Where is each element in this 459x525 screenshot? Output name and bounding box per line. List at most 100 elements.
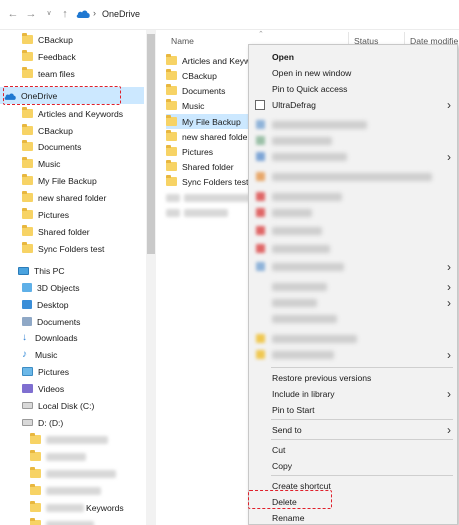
- file-row[interactable]: Sync Folders test: [166, 174, 256, 189]
- nav-item-local-disk-c[interactable]: Local Disk (C:): [0, 397, 144, 414]
- nav-item-music-pc[interactable]: ♪ Music: [0, 346, 144, 363]
- menu-item-redacted[interactable]: [249, 311, 457, 327]
- menu-item-redacted[interactable]: [249, 169, 457, 185]
- nav-item-videos[interactable]: Videos: [0, 380, 144, 397]
- file-row-label: Shared folder: [182, 161, 234, 172]
- videos-icon: [22, 384, 33, 393]
- file-row[interactable]: Documents: [166, 83, 256, 98]
- folder-icon: [22, 140, 33, 151]
- menu-item-restore-previous-versions[interactable]: Restore previous versions: [249, 370, 457, 386]
- nav-item-pictures-onedrive[interactable]: Pictures: [0, 206, 144, 223]
- file-row-blurred[interactable]: [166, 190, 256, 205]
- menu-item-redacted[interactable]: ›: [249, 149, 457, 165]
- menu-item-redacted[interactable]: ›: [249, 259, 457, 275]
- menu-item-open[interactable]: Open: [249, 49, 457, 65]
- folder-icon: [30, 501, 41, 512]
- nav-item-articles-keywords[interactable]: Articles and Keywords: [0, 105, 144, 122]
- nav-scrollbar[interactable]: [146, 30, 156, 525]
- nav-item-documents-pc[interactable]: Documents: [0, 313, 144, 330]
- nav-item-blurred-folder[interactable]: [0, 431, 144, 448]
- nav-item-shared-folder[interactable]: Shared folder: [0, 223, 144, 240]
- nav-scrollbar-thumb[interactable]: [147, 34, 155, 254]
- redacted-icon: [256, 350, 265, 359]
- breadcrumb-onedrive[interactable]: OneDrive: [102, 9, 140, 19]
- nav-item-pictures-pc[interactable]: Pictures: [0, 363, 144, 380]
- nav-item-new-shared-folder[interactable]: new shared folder: [0, 189, 144, 206]
- folder-icon: [166, 130, 177, 141]
- file-row-blurred[interactable]: [166, 205, 256, 220]
- menu-item-redacted[interactable]: ›: [249, 347, 457, 363]
- menu-item-redacted[interactable]: ›: [249, 295, 457, 311]
- menu-item-copy[interactable]: Copy: [249, 458, 457, 474]
- folder-icon: [22, 191, 33, 202]
- nav-item-downloads[interactable]: ↓ Downloads: [0, 329, 144, 346]
- nav-item-my-file-backup[interactable]: My File Backup: [0, 172, 144, 189]
- redacted-label: [272, 137, 332, 145]
- redacted-label: [272, 121, 367, 129]
- file-row[interactable]: CBackup: [166, 68, 256, 83]
- nav-item-label: new shared folder: [38, 192, 107, 203]
- redacted-icon: [256, 136, 265, 145]
- redacted-icon: [256, 192, 265, 201]
- menu-item-redacted[interactable]: [249, 331, 457, 347]
- nav-item-cbackup[interactable]: CBackup: [0, 31, 144, 48]
- context-menu: Open Open in new window Pin to Quick acc…: [248, 44, 458, 525]
- menu-item-redacted[interactable]: [249, 223, 457, 239]
- chevron-right-icon: ›: [447, 348, 451, 362]
- nav-item-team-files[interactable]: team files: [0, 65, 144, 82]
- menu-item-rename[interactable]: Rename: [249, 510, 457, 524]
- column-header-name[interactable]: Name: [171, 36, 194, 46]
- nav-item-drive-d[interactable]: D: (D:): [0, 414, 144, 431]
- nav-item-keywords[interactable]: Keywords: [0, 499, 144, 516]
- nav-item-label: Articles and Keywords: [38, 108, 124, 119]
- arrow-up-icon[interactable]: ↑: [58, 7, 72, 21]
- nav-item-blurred-folder[interactable]: [0, 465, 144, 482]
- menu-item-ultradefrag[interactable]: UltraDefrag ›: [249, 97, 457, 113]
- arrow-left-icon[interactable]: ←: [6, 7, 20, 21]
- menu-item-redacted[interactable]: [249, 133, 457, 149]
- nav-item-blurred-folder[interactable]: [0, 482, 144, 499]
- nav-item-this-pc[interactable]: This PC: [0, 262, 144, 279]
- file-row[interactable]: Music: [166, 98, 256, 113]
- chevron-right-icon: ›: [447, 296, 451, 310]
- pictures-icon: [22, 367, 33, 376]
- chevron-right-icon: ›: [447, 98, 451, 112]
- nav-item-documents-onedrive[interactable]: Documents: [0, 138, 144, 155]
- chevron-down-icon[interactable]: ∨: [42, 7, 56, 21]
- menu-item-redacted[interactable]: [249, 117, 457, 133]
- sort-caret-icon: ⌃: [258, 31, 264, 38]
- file-row-label: Pictures: [182, 146, 214, 157]
- nav-item-desktop[interactable]: Desktop: [0, 296, 144, 313]
- nav-item-cbackup-onedrive[interactable]: CBackup: [0, 122, 144, 139]
- redacted-label: [46, 486, 101, 495]
- arrow-right-icon[interactable]: →: [24, 7, 38, 21]
- nav-item-3d-objects[interactable]: 3D Objects: [0, 279, 144, 296]
- folder-icon: [22, 50, 33, 61]
- menu-item-redacted[interactable]: ›: [249, 279, 457, 295]
- menu-item-redacted[interactable]: [249, 241, 457, 257]
- file-row[interactable]: Articles and Keyw: [166, 53, 256, 68]
- folder-icon: [22, 174, 33, 185]
- downloads-icon: ↓: [22, 331, 27, 343]
- file-row[interactable]: new shared folde: [166, 129, 256, 144]
- menu-item-open-new-window[interactable]: Open in new window: [249, 65, 457, 81]
- file-row[interactable]: Shared folder: [166, 159, 256, 174]
- nav-item-feedback[interactable]: Feedback: [0, 48, 144, 65]
- computer-icon: [18, 266, 29, 275]
- nav-item-music-onedrive[interactable]: Music: [0, 155, 144, 172]
- redacted-icon: [256, 152, 265, 161]
- nav-item-blurred-folder[interactable]: [0, 448, 144, 465]
- file-row-selected[interactable]: My File Backup: [166, 114, 256, 129]
- menu-item-pin-quick-access[interactable]: Pin to Quick access: [249, 81, 457, 97]
- menu-item-redacted[interactable]: [249, 189, 457, 205]
- nav-item-blurred-folder[interactable]: [0, 516, 144, 525]
- file-row[interactable]: Pictures: [166, 144, 256, 159]
- menu-item-cut[interactable]: Cut: [249, 442, 457, 458]
- nav-item-sync-folders-test[interactable]: Sync Folders test: [0, 240, 144, 257]
- menu-item-redacted[interactable]: [249, 205, 457, 221]
- menu-item-include-in-library[interactable]: Include in library ›: [249, 386, 457, 402]
- menu-item-send-to[interactable]: Send to ›: [249, 422, 457, 438]
- nav-item-label: Pictures: [38, 209, 70, 220]
- redacted-label: [184, 193, 250, 202]
- menu-item-pin-to-start[interactable]: Pin to Start: [249, 402, 457, 418]
